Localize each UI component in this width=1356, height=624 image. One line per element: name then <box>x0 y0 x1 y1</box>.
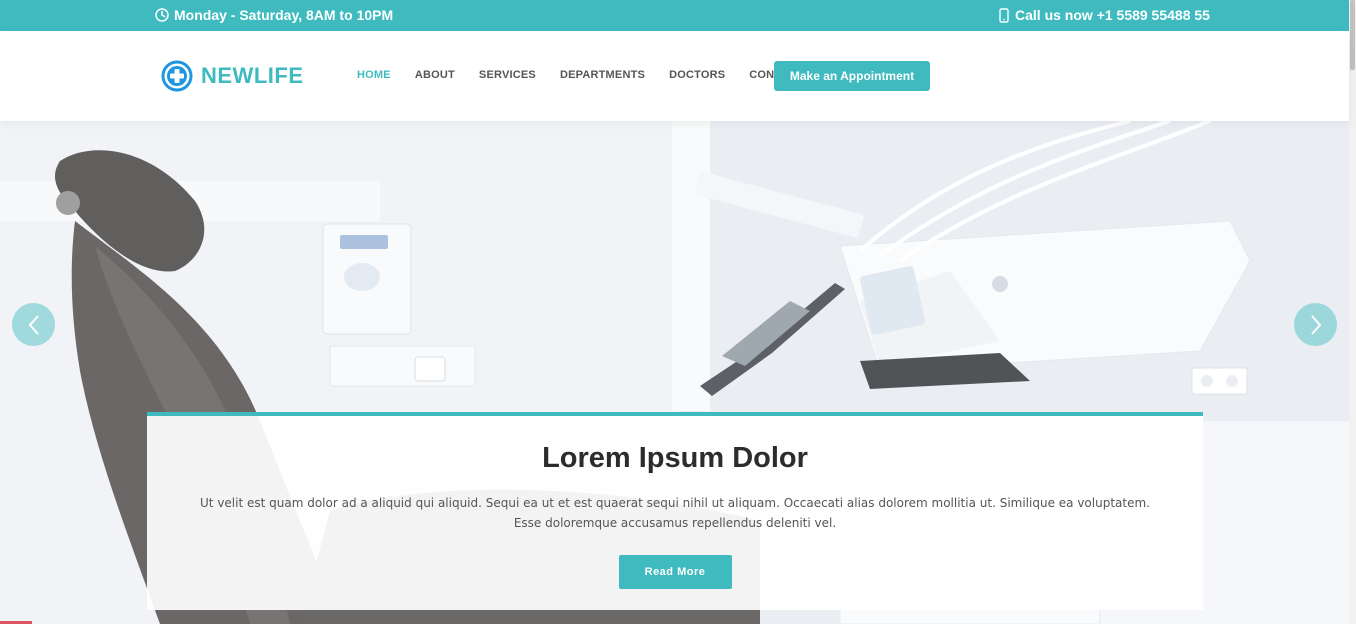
main-nav: HOME ABOUT SERVICES DEPARTMENTS DOCTORS … <box>357 69 828 81</box>
page-scrollbar[interactable] <box>1349 0 1356 624</box>
slider-prev-button[interactable] <box>12 303 55 346</box>
nav-about[interactable]: ABOUT <box>415 69 455 81</box>
read-more-button[interactable]: Read More <box>618 555 732 589</box>
medical-cross-icon <box>161 60 193 92</box>
nav-departments[interactable]: DEPARTMENTS <box>560 69 645 81</box>
site-logo[interactable]: NEWLIFE <box>161 60 304 92</box>
slide-caption: Lorem Ipsum Dolor Ut velit est quam dolo… <box>147 412 1203 610</box>
slide-description: Ut velit est quam dolor ad a aliquid qui… <box>200 496 1150 530</box>
nav-home[interactable]: HOME <box>357 69 391 81</box>
business-hours: Monday - Saturday, 8AM to 10PM <box>155 7 393 23</box>
chevron-right-icon <box>1310 314 1321 335</box>
slider-next-button[interactable] <box>1294 303 1337 346</box>
scrollbar-thumb[interactable] <box>1350 0 1355 70</box>
make-appointment-button[interactable]: Make an Appointment <box>774 61 930 91</box>
top-info-bar: Monday - Saturday, 8AM to 10PM Call us n… <box>0 0 1349 31</box>
site-header: NEWLIFE HOME ABOUT SERVICES DEPARTMENTS … <box>0 31 1349 121</box>
mobile-phone-icon <box>999 7 1009 23</box>
contact-phone[interactable]: Call us now +1 5589 55488 55 <box>998 7 1210 23</box>
logo-text: NEWLIFE <box>201 63 304 88</box>
slide-title: Lorem Ipsum Dolor <box>542 442 808 474</box>
clock-icon <box>155 8 169 22</box>
chevron-left-icon <box>28 314 39 335</box>
nav-services[interactable]: SERVICES <box>479 69 536 81</box>
contact-phone-text: Call us now +1 5589 55488 55 <box>1015 7 1210 23</box>
nav-doctors[interactable]: DOCTORS <box>669 69 725 81</box>
business-hours-text: Monday - Saturday, 8AM to 10PM <box>174 7 394 23</box>
hero-slider: Lorem Ipsum Dolor Ut velit est quam dolo… <box>0 121 1349 624</box>
